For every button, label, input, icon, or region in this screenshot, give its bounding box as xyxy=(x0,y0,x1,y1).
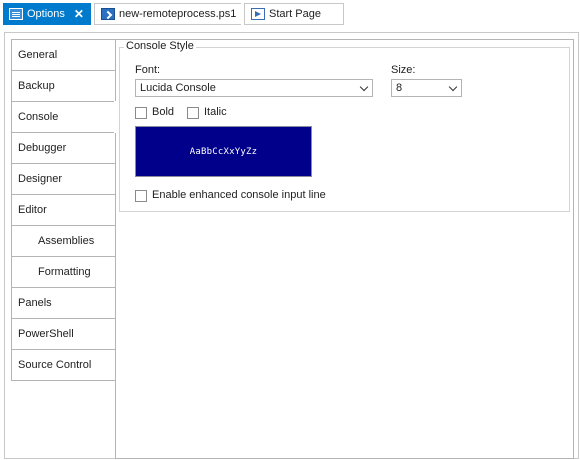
nav-item-label: Backup xyxy=(18,80,55,92)
font-select[interactable]: Lucida Console xyxy=(135,79,373,97)
tab-options[interactable]: Options ✕ xyxy=(3,3,91,25)
nav-item-assemblies[interactable]: Assemblies xyxy=(11,225,116,257)
enhanced-input-label: Enable enhanced console input line xyxy=(152,189,326,201)
console-style-title: Console Style xyxy=(124,40,196,52)
nav-item-console[interactable]: Console xyxy=(11,101,117,133)
options-category-nav: General Backup Console Debugger Designer… xyxy=(11,39,117,381)
nav-item-label: Editor xyxy=(18,204,47,216)
nav-item-backup[interactable]: Backup xyxy=(11,70,116,102)
bold-checkbox[interactable] xyxy=(135,107,147,119)
nav-item-powershell[interactable]: PowerShell xyxy=(11,318,116,350)
tab-start-page[interactable]: Start Page xyxy=(244,3,344,25)
nav-item-source-control[interactable]: Source Control xyxy=(11,349,116,381)
nav-item-editor[interactable]: Editor xyxy=(11,194,116,226)
document-tab-strip: Options ✕ new-remoteprocess.ps1 Start Pa… xyxy=(0,0,580,28)
console-font-preview: AaBbCcXxYyZz xyxy=(135,126,312,177)
nav-item-label: General xyxy=(18,49,58,61)
size-select-value: 8 xyxy=(396,82,403,94)
nav-item-label: Debugger xyxy=(18,142,67,154)
italic-label: Italic xyxy=(204,106,227,118)
nav-item-label: PowerShell xyxy=(18,328,74,340)
enhanced-input-checkbox[interactable] xyxy=(135,190,147,202)
close-icon[interactable]: ✕ xyxy=(74,7,84,21)
nav-item-panels[interactable]: Panels xyxy=(11,287,116,319)
tab-start-label: Start Page xyxy=(269,8,321,20)
tab-new-remoteprocess[interactable]: new-remoteprocess.ps1 xyxy=(94,3,241,25)
bold-label: Bold xyxy=(152,106,175,118)
powershell-file-icon xyxy=(101,8,115,20)
chevron-down-icon xyxy=(448,82,458,92)
nav-item-label: Assemblies xyxy=(38,235,95,247)
nav-item-label: Formatting xyxy=(38,266,91,278)
nav-item-label: Designer xyxy=(18,173,63,185)
nav-item-formatting[interactable]: Formatting xyxy=(11,256,116,288)
italic-checkbox[interactable] xyxy=(187,107,199,119)
options-icon xyxy=(9,8,23,20)
nav-item-label: Console xyxy=(18,111,59,123)
nav-item-general[interactable]: General xyxy=(11,39,116,71)
tab-file-label: new-remoteprocess.ps1 xyxy=(119,8,237,20)
size-select[interactable]: 8 xyxy=(391,79,462,97)
size-label: Size: xyxy=(391,64,416,76)
font-select-value: Lucida Console xyxy=(140,82,216,94)
chevron-down-icon xyxy=(359,82,369,92)
nav-item-label: Panels xyxy=(18,297,52,309)
tab-options-label: Options xyxy=(27,8,65,20)
nav-item-label: Source Control xyxy=(18,359,92,371)
nav-item-designer[interactable]: Designer xyxy=(11,163,116,195)
font-label: Font: xyxy=(135,64,161,76)
start-page-icon xyxy=(251,8,265,20)
nav-item-debugger[interactable]: Debugger xyxy=(11,132,116,164)
